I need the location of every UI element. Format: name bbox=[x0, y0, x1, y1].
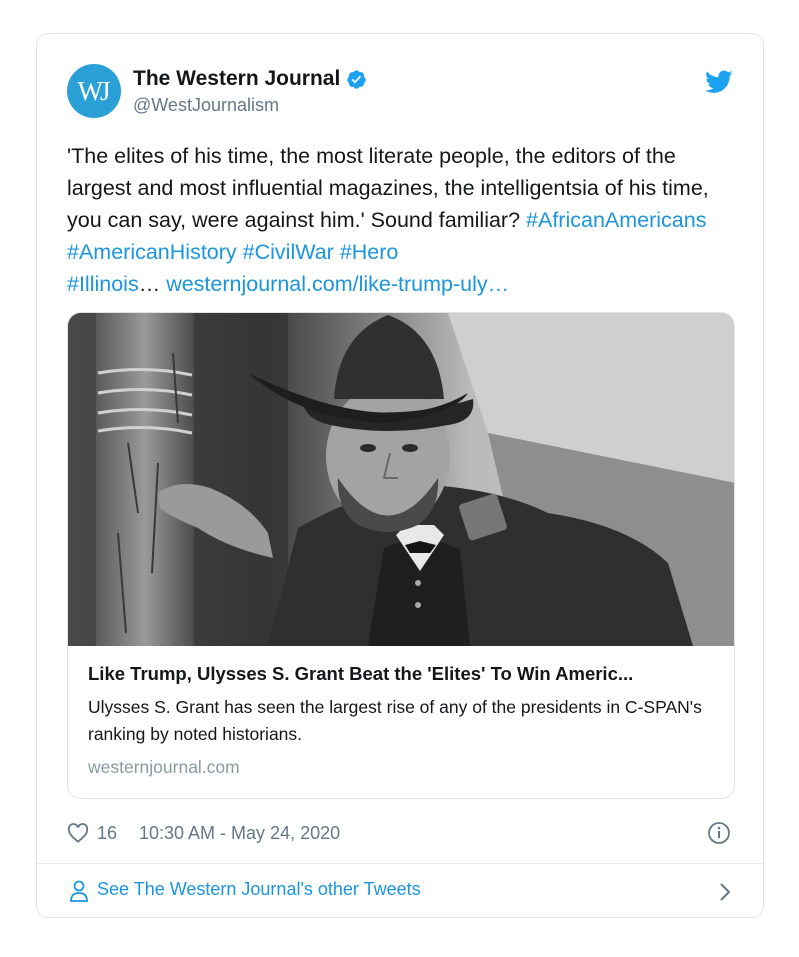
avatar[interactable]: WJ bbox=[67, 64, 121, 118]
link-preview-description: Ulysses S. Grant has seen the largest ri… bbox=[88, 697, 702, 744]
embedded-tweet: WJ The Western Journal @WestJournalism '… bbox=[36, 33, 764, 918]
avatar-initials: WJ bbox=[77, 75, 111, 106]
link-preview-image[interactable] bbox=[68, 313, 735, 646]
person-icon bbox=[70, 880, 88, 902]
verified-badge-icon bbox=[347, 69, 367, 89]
author-block[interactable]: The Western Journal @WestJournalism bbox=[133, 67, 367, 116]
truncation-ellipsis: … bbox=[138, 272, 161, 296]
info-icon[interactable] bbox=[707, 821, 731, 845]
other-tweets-label[interactable]: See The Western Journal's other Tweets bbox=[97, 879, 421, 900]
other-tweets-link[interactable]: See The Western Journal's other Tweets bbox=[67, 877, 733, 907]
like-count[interactable]: 16 bbox=[97, 823, 117, 844]
tweet-header: WJ The Western Journal @WestJournalism bbox=[67, 64, 733, 120]
hashtag-link[interactable]: #AfricanAmericans bbox=[526, 208, 706, 232]
author-handle[interactable]: @WestJournalism bbox=[133, 95, 367, 116]
author-display-name[interactable]: The Western Journal bbox=[133, 67, 340, 91]
tweet-timestamp[interactable]: 10:30 AM - May 24, 2020 bbox=[139, 823, 340, 844]
footer-divider bbox=[37, 863, 763, 864]
url-link[interactable]: westernjournal.com/like-trump-uly… bbox=[166, 272, 509, 296]
tweet-text: 'The elites of his time, the most litera… bbox=[67, 140, 737, 300]
link-preview-domain: westernjournal.com bbox=[88, 757, 240, 777]
link-preview-text[interactable]: Like Trump, Ulysses S. Grant Beat the 'E… bbox=[88, 663, 714, 778]
chevron-right-icon[interactable] bbox=[719, 882, 731, 902]
hashtag-link[interactable]: #Illinois bbox=[67, 272, 139, 296]
hashtag-link[interactable]: #CivilWar bbox=[243, 240, 334, 264]
tweet-meta: 16 10:30 AM - May 24, 2020 bbox=[67, 821, 733, 849]
link-preview-card[interactable]: Like Trump, Ulysses S. Grant Beat the 'E… bbox=[67, 312, 735, 799]
heart-icon[interactable] bbox=[67, 823, 89, 843]
link-preview-title[interactable]: Like Trump, Ulysses S. Grant Beat the 'E… bbox=[88, 663, 714, 685]
twitter-bird-icon[interactable] bbox=[705, 70, 733, 94]
hashtag-link[interactable]: #AmericanHistory bbox=[67, 240, 237, 264]
hashtag-link[interactable]: #Hero bbox=[340, 240, 399, 264]
